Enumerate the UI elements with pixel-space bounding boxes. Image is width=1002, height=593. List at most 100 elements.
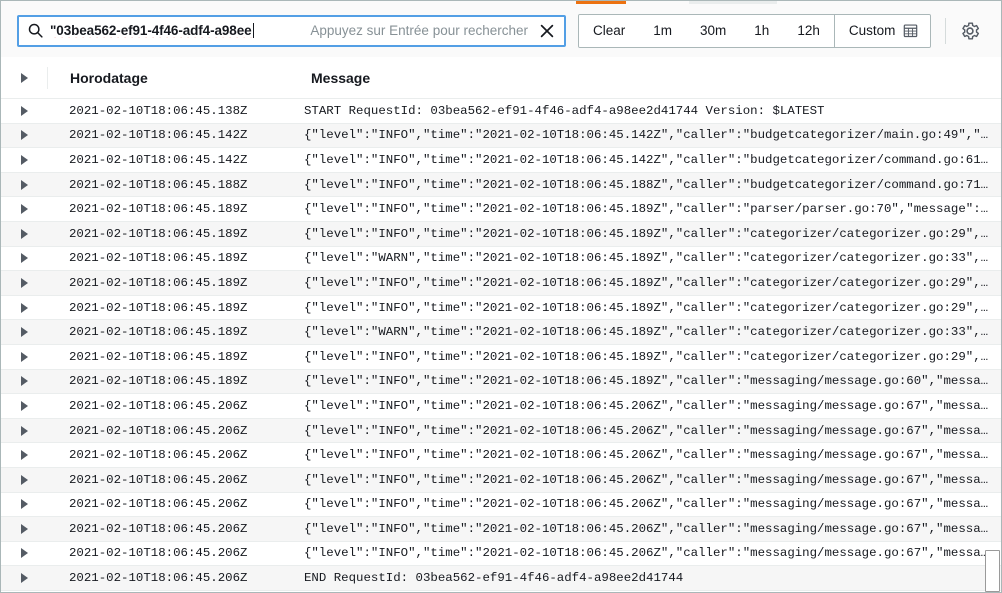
table-row[interactable]: 2021-02-10T18:06:45.206ZREPORT RequestId… [1,590,1001,592]
row-expand-toggle[interactable] [1,154,47,165]
table-row[interactable]: 2021-02-10T18:06:45.206Z END RequestId: 0… [1,566,1001,591]
cell-timestamp: 2021-02-10T18:06:45.189Z [69,226,248,241]
row-expand-toggle[interactable] [1,204,47,215]
table-header-row: Horodatage Message [1,57,1001,99]
table-row[interactable]: 2021-02-10T18:06:45.189Z {"level":"WARN",… [1,246,1001,272]
close-icon[interactable] [539,23,555,39]
table-row[interactable]: 2021-02-10T18:06:45.189Z {"level":"INFO",… [1,344,1001,370]
chevron-right-icon [20,253,28,264]
chevron-right-icon [20,105,28,116]
row-expand-toggle[interactable] [1,302,47,313]
table-row[interactable]: 2021-02-10T18:06:45.189Z {"level":"INFO",… [1,271,1001,296]
range-30m-button[interactable]: 30m [686,14,741,47]
range-1m-button[interactable]: 1m [639,14,687,47]
cell-timestamp: 2021-02-10T18:06:45.189Z [69,349,248,364]
scrollbar-thumb[interactable] [985,550,1000,592]
clear-button[interactable]: Clear [579,14,640,47]
calendar-icon [904,24,918,38]
vertical-scrollbar[interactable] [985,57,1001,592]
range-12h-button[interactable]: 12h [783,14,834,47]
table-row[interactable]: 2021-02-10T18:06:45.138Z START RequestId:… [1,99,1001,124]
table-row[interactable]: 2021-02-10T18:06:45.206Z {"level":"INFO",… [1,443,1001,468]
table-row[interactable]: 2021-02-10T18:06:45.206Z {"level":"INFO",… [1,467,1001,493]
chevron-right-icon [20,474,28,485]
chevron-right-icon [20,573,28,584]
cell-timestamp: 2021-02-10T18:06:45.142Z [69,152,248,167]
chevron-right-icon [20,499,28,510]
chevron-right-icon [20,130,28,141]
row-expand-toggle[interactable] [1,376,47,387]
expand-all-toggle[interactable] [1,72,47,83]
custom-range-label: Custom [848,23,896,38]
row-expand-toggle[interactable] [1,253,47,264]
cell-message: {"level":"INFO","time":"2021-02-10T18:06… [304,202,1001,217]
search-value-wrap: "03bea562-ef91-4f46-adf4-a98ee [50,23,303,38]
cell-timestamp: 2021-02-10T18:06:45.206Z [69,546,248,561]
column-header-timestamp[interactable]: Horodatage [48,70,291,86]
row-expand-toggle[interactable] [1,277,47,288]
row-expand-toggle[interactable] [1,523,47,534]
cell-timestamp: 2021-02-10T18:06:45.206Z [69,571,248,586]
cell-message: {"level":"INFO","time":"2021-02-10T18:06… [304,472,1001,487]
row-expand-toggle[interactable] [1,105,47,116]
row-expand-toggle[interactable] [1,425,47,436]
cell-message: {"level":"INFO","time":"2021-02-10T18:06… [304,300,1001,315]
chevron-right-icon [20,179,28,190]
chevron-right-icon [20,523,28,534]
table-row[interactable]: 2021-02-10T18:06:45.189Z {"level":"INFO",… [1,221,1001,247]
cell-timestamp: 2021-02-10T18:06:45.206Z [69,423,248,438]
row-expand-toggle[interactable] [1,130,47,141]
cell-timestamp: 2021-02-10T18:06:45.206Z [69,398,248,413]
cell-message: {"level":"WARN","time":"2021-02-10T18:06… [304,251,1001,266]
table-row[interactable]: 2021-02-10T18:06:45.142Z {"level":"INFO",… [1,123,1001,149]
table-row[interactable]: 2021-02-10T18:06:45.206Z {"level":"INFO",… [1,394,1001,419]
row-expand-toggle[interactable] [1,573,47,584]
cell-message: {"level":"INFO","time":"2021-02-10T18:06… [304,497,1001,512]
row-expand-toggle[interactable] [1,351,47,362]
row-expand-toggle[interactable] [1,499,47,510]
cell-message: {"level":"INFO","time":"2021-02-10T18:06… [304,546,1001,561]
range-1h-button[interactable]: 1h [740,14,784,47]
table-row[interactable]: 2021-02-10T18:06:45.189Z {"level":"INFO",… [1,197,1001,222]
table-row[interactable]: 2021-02-10T18:06:45.206Z {"level":"INFO",… [1,517,1001,542]
cell-message: {"level":"INFO","time":"2021-02-10T18:06… [304,152,1001,167]
cell-timestamp: 2021-02-10T18:06:45.206Z [69,497,248,512]
table-row[interactable]: 2021-02-10T18:06:45.142Z {"level":"INFO",… [1,148,1001,173]
search-input[interactable]: "03bea562-ef91-4f46-adf4-a98ee Appuyez s… [17,14,566,47]
chevron-right-icon [20,154,28,165]
row-expand-toggle[interactable] [1,228,47,239]
cell-timestamp: 2021-02-10T18:06:45.189Z [69,300,248,315]
cell-message: {"level":"INFO","time":"2021-02-10T18:06… [304,128,1001,143]
row-expand-toggle[interactable] [1,400,47,411]
row-expand-toggle[interactable] [1,548,47,559]
search-hint-text: Appuyez sur Entrée pour rechercher [310,23,528,38]
row-expand-toggle[interactable] [1,327,47,338]
cell-timestamp: 2021-02-10T18:06:45.189Z [69,275,248,290]
cell-timestamp: 2021-02-10T18:06:45.189Z [69,325,248,340]
search-filter-value: "03bea562-ef91-4f46-adf4-a98ee [50,23,252,38]
cell-timestamp: 2021-02-10T18:06:45.189Z [69,202,248,217]
chevron-right-icon [20,400,28,411]
row-expand-toggle[interactable] [1,179,47,190]
table-row[interactable]: 2021-02-10T18:06:45.189Z {"level":"WARN",… [1,320,1001,345]
row-expand-toggle[interactable] [1,474,47,485]
cell-message: {"level":"INFO","time":"2021-02-10T18:06… [304,374,1001,389]
table-row[interactable]: 2021-02-10T18:06:45.188Z {"level":"INFO",… [1,172,1001,198]
cell-message: {"level":"INFO","time":"2021-02-10T18:06… [304,177,1001,192]
column-header-message[interactable]: Message [291,70,1001,86]
table-row[interactable]: 2021-02-10T18:06:45.206Z {"level":"INFO",… [1,492,1001,518]
table-row[interactable]: 2021-02-10T18:06:45.206Z {"level":"INFO",… [1,418,1001,444]
cell-message: END RequestId: 03bea562-ef91-4f46-adf4-a… [304,571,684,586]
time-range-group: Clear 1m 30m 1h 12h Custom [578,13,932,48]
cell-timestamp: 2021-02-10T18:06:45.189Z [69,374,248,389]
custom-range-button[interactable]: Custom [833,14,931,47]
table-row[interactable]: 2021-02-10T18:06:45.206Z {"level":"INFO",… [1,541,1001,567]
gear-icon[interactable] [959,20,981,42]
row-expand-toggle[interactable] [1,450,47,461]
table-row[interactable]: 2021-02-10T18:06:45.189Z {"level":"INFO",… [1,295,1001,321]
cell-timestamp: 2021-02-10T18:06:45.142Z [69,128,248,143]
table-row[interactable]: 2021-02-10T18:06:45.189Z {"level":"INFO",… [1,369,1001,395]
cell-timestamp: 2021-02-10T18:06:45.206Z [69,521,248,536]
cell-message: {"level":"INFO","time":"2021-02-10T18:06… [304,448,1001,463]
table-body: 2021-02-10T18:06:45.138Z START RequestId:… [1,99,1001,592]
